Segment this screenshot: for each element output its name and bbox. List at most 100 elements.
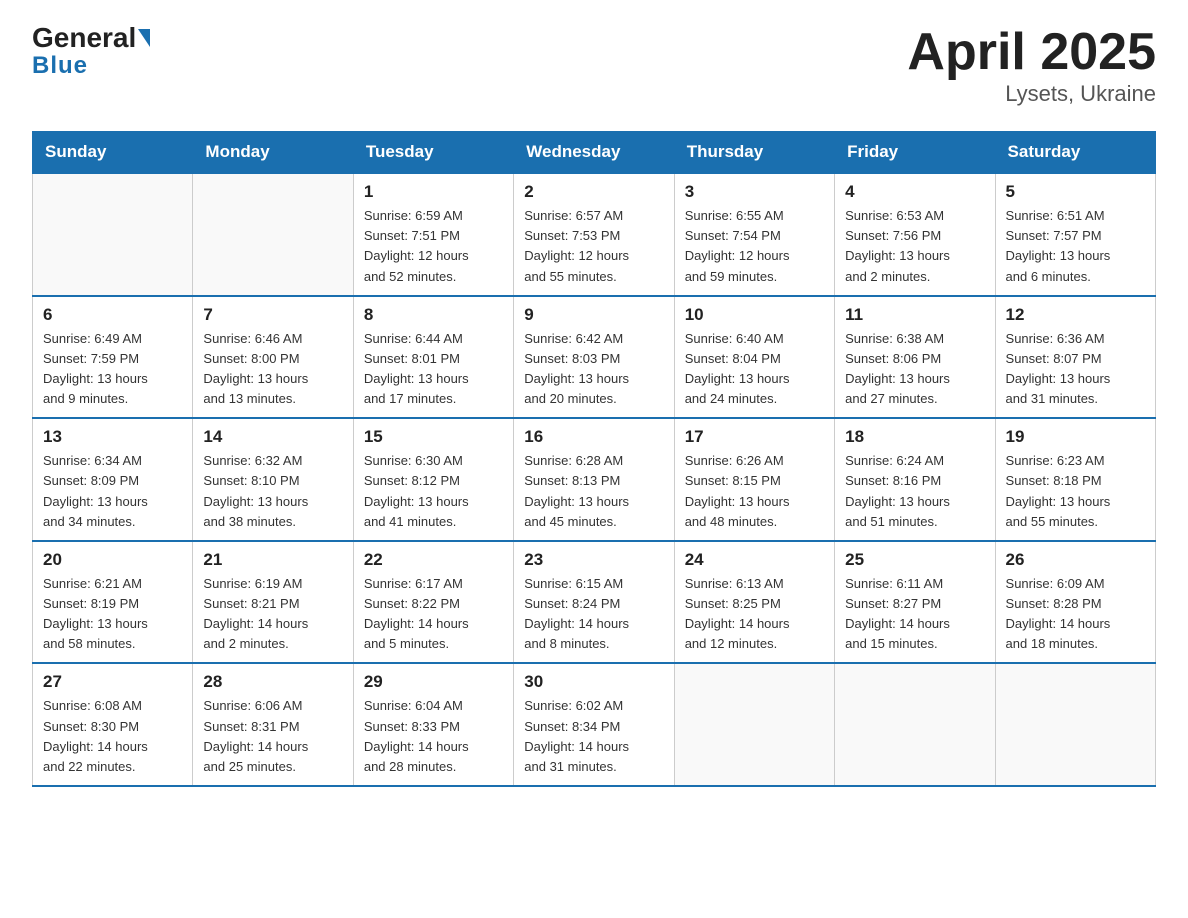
calendar-cell: 27Sunrise: 6:08 AM Sunset: 8:30 PM Dayli… (33, 663, 193, 786)
calendar-cell: 22 Sunrise: 6:17 AM Sunset: 8:22 PM Dayli… (353, 541, 513, 664)
day-number: 19 (1006, 427, 1145, 447)
calendar-cell: 14Sunrise: 6:32 AM Sunset: 8:10 PM Dayli… (193, 418, 353, 541)
weekday-header-sunday: Sunday (33, 132, 193, 174)
calendar-cell: 8Sunrise: 6:44 AM Sunset: 8:01 PM Daylig… (353, 296, 513, 419)
day-number: 28 (203, 672, 342, 692)
day-number: 27 (43, 672, 182, 692)
calendar-cell: 1 Sunrise: 6:59 AM Sunset: 7:51 PM Daylig… (353, 173, 513, 296)
calendar-cell: 16 Sunrise: 6:28 AM Sunset: 8:13 PM Dayli… (514, 418, 674, 541)
calendar-week-row: 27Sunrise: 6:08 AM Sunset: 8:30 PM Dayli… (33, 663, 1156, 786)
day-info: Sunrise: 6:49 AM Sunset: 7:59 PM Dayligh… (43, 329, 182, 410)
day-info: Sunrise: 6:19 AM Sunset: 8:21 PM Dayligh… (203, 574, 342, 655)
page-header: General Blue April 2025 Lysets, Ukraine (32, 24, 1156, 107)
logo-arrow-icon (138, 29, 150, 47)
day-number: 14 (203, 427, 342, 447)
day-info: Sunrise: 6:06 AM Sunset: 8:31 PM Dayligh… (203, 696, 342, 777)
calendar-cell: 21Sunrise: 6:19 AM Sunset: 8:21 PM Dayli… (193, 541, 353, 664)
calendar-cell (674, 663, 834, 786)
weekday-header-monday: Monday (193, 132, 353, 174)
calendar-cell: 25Sunrise: 6:11 AM Sunset: 8:27 PM Dayli… (835, 541, 995, 664)
day-number: 5 (1006, 182, 1145, 202)
day-info: Sunrise: 6:57 AM Sunset: 7:53 PM Dayligh… (524, 206, 663, 287)
weekday-header-tuesday: Tuesday (353, 132, 513, 174)
day-number: 13 (43, 427, 182, 447)
day-number: 2 (524, 182, 663, 202)
calendar-cell: 9 Sunrise: 6:42 AM Sunset: 8:03 PM Daylig… (514, 296, 674, 419)
day-number: 11 (845, 305, 984, 325)
calendar-cell: 23Sunrise: 6:15 AM Sunset: 8:24 PM Dayli… (514, 541, 674, 664)
day-info: Sunrise: 6:17 AM Sunset: 8:22 PM Dayligh… (364, 574, 503, 655)
calendar-cell: 10 Sunrise: 6:40 AM Sunset: 8:04 PM Dayli… (674, 296, 834, 419)
day-info: Sunrise: 6:59 AM Sunset: 7:51 PM Dayligh… (364, 206, 503, 287)
day-number: 3 (685, 182, 824, 202)
day-number: 1 (364, 182, 503, 202)
day-number: 7 (203, 305, 342, 325)
day-info: Sunrise: 6:23 AM Sunset: 8:18 PM Dayligh… (1006, 451, 1145, 532)
day-info: Sunrise: 6:42 AM Sunset: 8:03 PM Dayligh… (524, 329, 663, 410)
calendar-cell (193, 173, 353, 296)
calendar-cell: 24 Sunrise: 6:13 AM Sunset: 8:25 PM Dayli… (674, 541, 834, 664)
day-number: 4 (845, 182, 984, 202)
day-number: 6 (43, 305, 182, 325)
day-info: Sunrise: 6:40 AM Sunset: 8:04 PM Dayligh… (685, 329, 824, 410)
day-number: 10 (685, 305, 824, 325)
day-info: Sunrise: 6:55 AM Sunset: 7:54 PM Dayligh… (685, 206, 824, 287)
calendar-week-row: 13 Sunrise: 6:34 AM Sunset: 8:09 PM Dayli… (33, 418, 1156, 541)
day-info: Sunrise: 6:04 AM Sunset: 8:33 PM Dayligh… (364, 696, 503, 777)
calendar-cell: 18 Sunrise: 6:24 AM Sunset: 8:16 PM Dayli… (835, 418, 995, 541)
day-info: Sunrise: 6:26 AM Sunset: 8:15 PM Dayligh… (685, 451, 824, 532)
day-number: 16 (524, 427, 663, 447)
day-info: Sunrise: 6:21 AM Sunset: 8:19 PM Dayligh… (43, 574, 182, 655)
day-info: Sunrise: 6:34 AM Sunset: 8:09 PM Dayligh… (43, 451, 182, 532)
calendar-cell (995, 663, 1155, 786)
day-number: 12 (1006, 305, 1145, 325)
calendar-cell: 28 Sunrise: 6:06 AM Sunset: 8:31 PM Dayli… (193, 663, 353, 786)
day-info: Sunrise: 6:30 AM Sunset: 8:12 PM Dayligh… (364, 451, 503, 532)
logo-general: General (32, 24, 136, 52)
day-number: 9 (524, 305, 663, 325)
day-info: Sunrise: 6:38 AM Sunset: 8:06 PM Dayligh… (845, 329, 984, 410)
title-area: April 2025 Lysets, Ukraine (907, 24, 1156, 107)
weekday-header-saturday: Saturday (995, 132, 1155, 174)
calendar-cell: 3 Sunrise: 6:55 AM Sunset: 7:54 PM Daylig… (674, 173, 834, 296)
day-info: Sunrise: 6:11 AM Sunset: 8:27 PM Dayligh… (845, 574, 984, 655)
calendar-cell: 4Sunrise: 6:53 AM Sunset: 7:56 PM Daylig… (835, 173, 995, 296)
day-info: Sunrise: 6:28 AM Sunset: 8:13 PM Dayligh… (524, 451, 663, 532)
day-number: 17 (685, 427, 824, 447)
calendar-week-row: 1 Sunrise: 6:59 AM Sunset: 7:51 PM Daylig… (33, 173, 1156, 296)
calendar-cell: 15 Sunrise: 6:30 AM Sunset: 8:12 PM Dayli… (353, 418, 513, 541)
day-info: Sunrise: 6:36 AM Sunset: 8:07 PM Dayligh… (1006, 329, 1145, 410)
calendar-cell: 6 Sunrise: 6:49 AM Sunset: 7:59 PM Daylig… (33, 296, 193, 419)
calendar-cell: 30 Sunrise: 6:02 AM Sunset: 8:34 PM Dayli… (514, 663, 674, 786)
day-number: 15 (364, 427, 503, 447)
month-year-title: April 2025 (907, 24, 1156, 81)
calendar-cell: 17 Sunrise: 6:26 AM Sunset: 8:15 PM Dayli… (674, 418, 834, 541)
weekday-header-friday: Friday (835, 132, 995, 174)
day-number: 24 (685, 550, 824, 570)
day-number: 20 (43, 550, 182, 570)
day-number: 18 (845, 427, 984, 447)
calendar-cell: 12 Sunrise: 6:36 AM Sunset: 8:07 PM Dayli… (995, 296, 1155, 419)
location-label: Lysets, Ukraine (907, 81, 1156, 107)
calendar-cell (835, 663, 995, 786)
logo-blue: Blue (32, 52, 88, 79)
calendar-cell: 2 Sunrise: 6:57 AM Sunset: 7:53 PM Daylig… (514, 173, 674, 296)
logo: General Blue (32, 24, 150, 80)
calendar-table: SundayMondayTuesdayWednesdayThursdayFrid… (32, 131, 1156, 787)
weekday-header-wednesday: Wednesday (514, 132, 674, 174)
day-info: Sunrise: 6:15 AM Sunset: 8:24 PM Dayligh… (524, 574, 663, 655)
calendar-cell: 20 Sunrise: 6:21 AM Sunset: 8:19 PM Dayli… (33, 541, 193, 664)
day-number: 30 (524, 672, 663, 692)
day-info: Sunrise: 6:46 AM Sunset: 8:00 PM Dayligh… (203, 329, 342, 410)
day-info: Sunrise: 6:24 AM Sunset: 8:16 PM Dayligh… (845, 451, 984, 532)
day-info: Sunrise: 6:02 AM Sunset: 8:34 PM Dayligh… (524, 696, 663, 777)
day-info: Sunrise: 6:44 AM Sunset: 8:01 PM Dayligh… (364, 329, 503, 410)
day-info: Sunrise: 6:13 AM Sunset: 8:25 PM Dayligh… (685, 574, 824, 655)
day-info: Sunrise: 6:51 AM Sunset: 7:57 PM Dayligh… (1006, 206, 1145, 287)
day-number: 29 (364, 672, 503, 692)
day-number: 22 (364, 550, 503, 570)
calendar-cell (33, 173, 193, 296)
calendar-cell: 13 Sunrise: 6:34 AM Sunset: 8:09 PM Dayli… (33, 418, 193, 541)
calendar-week-row: 20 Sunrise: 6:21 AM Sunset: 8:19 PM Dayli… (33, 541, 1156, 664)
calendar-cell: 5 Sunrise: 6:51 AM Sunset: 7:57 PM Daylig… (995, 173, 1155, 296)
